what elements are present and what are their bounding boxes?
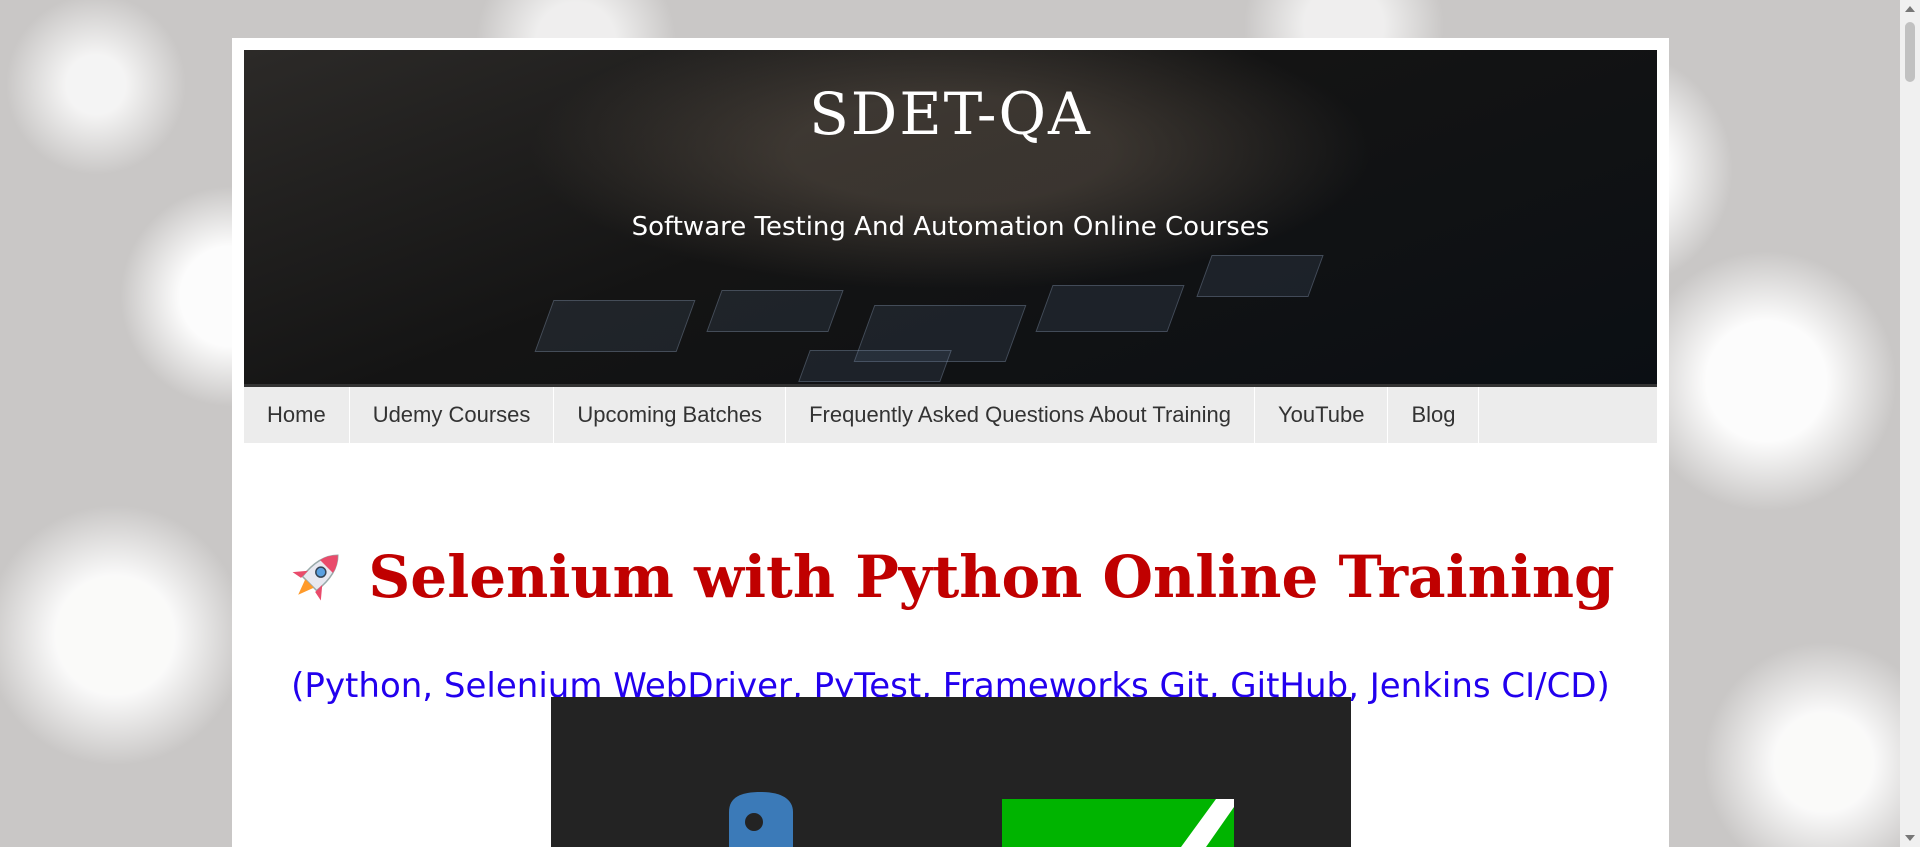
selenium-logo-icon bbox=[1002, 799, 1234, 847]
site-tagline: Software Testing And Automation Online C… bbox=[631, 212, 1270, 242]
main-navigation: Home Udemy Courses Upcoming Batches Freq… bbox=[244, 384, 1657, 443]
banner-graphic bbox=[729, 792, 1234, 847]
scroll-down-arrow-icon[interactable] bbox=[1905, 835, 1915, 841]
nav-item-blog[interactable]: Blog bbox=[1388, 387, 1480, 443]
scroll-up-arrow-icon[interactable] bbox=[1905, 6, 1915, 12]
header-decoration bbox=[1196, 255, 1324, 297]
nav-item-faq-training[interactable]: Frequently Asked Questions About Trainin… bbox=[786, 387, 1255, 443]
scrollbar-thumb[interactable] bbox=[1905, 22, 1915, 82]
site-title[interactable]: SDET-QA bbox=[244, 80, 1657, 148]
nav-item-home[interactable]: Home bbox=[244, 387, 350, 443]
site-header: SDET-QA Software Testing And Automation … bbox=[244, 50, 1657, 384]
header-decoration bbox=[534, 300, 696, 352]
header-decoration bbox=[798, 350, 952, 382]
course-banner-image bbox=[551, 697, 1351, 847]
nav-item-youtube[interactable]: YouTube bbox=[1255, 387, 1389, 443]
page-container: SDET-QA Software Testing And Automation … bbox=[232, 38, 1669, 847]
vertical-scrollbar[interactable] bbox=[1900, 0, 1920, 847]
header-decoration bbox=[706, 290, 844, 332]
page-heading: Selenium with Python Online Training bbox=[232, 543, 1669, 621]
python-logo-icon bbox=[729, 792, 793, 847]
rocket-icon bbox=[286, 543, 350, 621]
nav-item-udemy-courses[interactable]: Udemy Courses bbox=[350, 387, 555, 443]
header-decoration bbox=[1035, 285, 1185, 332]
nav-item-upcoming-batches[interactable]: Upcoming Batches bbox=[554, 387, 787, 443]
page-heading-text: Selenium with Python Online Training bbox=[368, 543, 1615, 611]
